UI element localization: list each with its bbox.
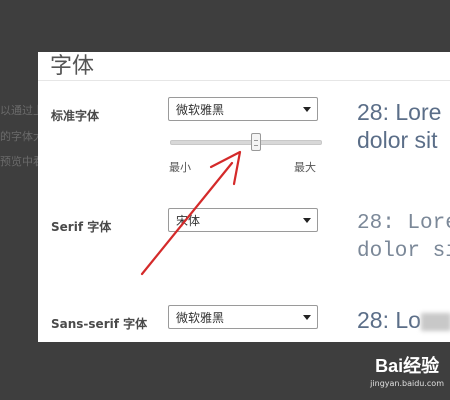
watermark-logo: Bai经验: [375, 356, 440, 376]
watermark: Bai经验 jingyan.baidu.com: [370, 352, 444, 388]
watermark-url: jingyan.baidu.com: [370, 379, 444, 388]
red-arrow-annotation: [140, 150, 242, 276]
